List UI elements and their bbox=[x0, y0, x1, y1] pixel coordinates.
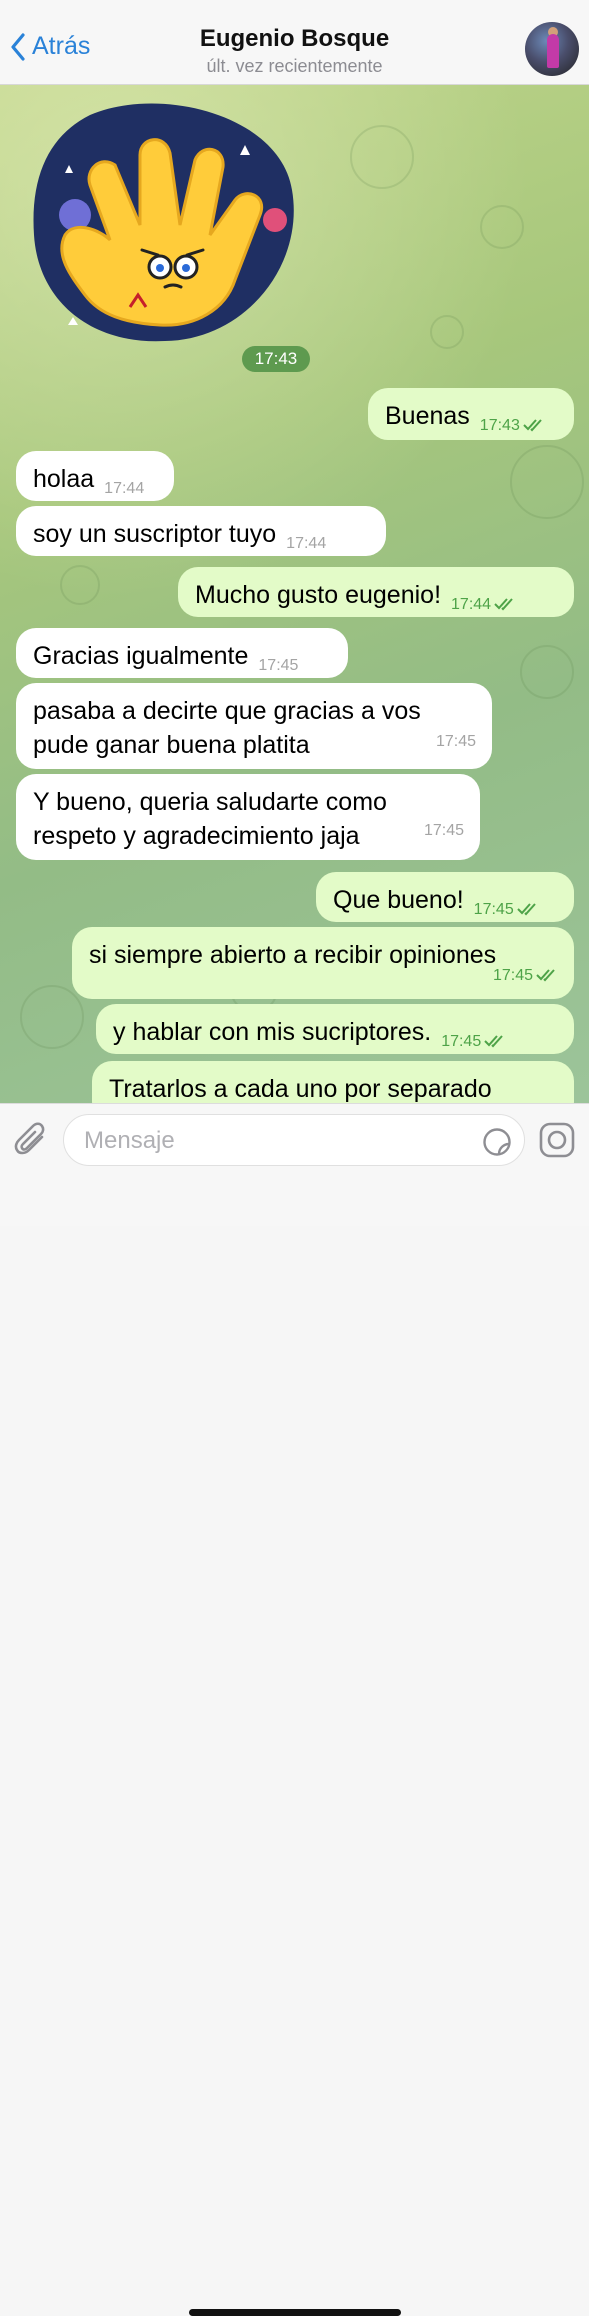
message-time: 17:44 bbox=[286, 535, 327, 552]
camera-icon bbox=[539, 1122, 575, 1158]
message-bubble-incoming[interactable]: Gracias igualmente 17:45 bbox=[16, 628, 348, 678]
sticker-icon bbox=[483, 1128, 511, 1156]
message-time: 17:45 bbox=[435, 733, 476, 750]
message-text: soy un suscriptor tuyo bbox=[33, 520, 277, 548]
double-check-icon bbox=[517, 903, 536, 916]
contact-name[interactable]: Eugenio Bosque bbox=[0, 25, 589, 53]
message-bubble-incoming[interactable]: pasaba a decirte que gracias a vos pude … bbox=[16, 683, 492, 769]
message-text: holaa bbox=[33, 465, 95, 493]
message-bubble-incoming[interactable]: holaa 17:44 bbox=[16, 451, 174, 501]
message-time: 17:44 bbox=[451, 588, 516, 622]
message-time: 17:45 bbox=[258, 657, 299, 674]
double-check-icon bbox=[523, 419, 542, 432]
message-input-bar bbox=[0, 1103, 589, 2316]
message-text: Tratarlos a cada uno por separado bbox=[109, 1075, 492, 1103]
message-list[interactable]: 17:43 Buenas 17:43 holaa 17:44 soy un susc… bbox=[0, 85, 589, 1103]
message-text: Buenas bbox=[385, 402, 470, 430]
double-check-icon bbox=[536, 969, 555, 982]
message-text: Mucho gusto eugenio! bbox=[195, 581, 442, 609]
camera-button[interactable] bbox=[538, 1121, 576, 1164]
avatar[interactable] bbox=[525, 22, 579, 76]
spock-hand-sticker[interactable] bbox=[30, 95, 300, 345]
message-text-line: pasaba a decirte que gracias a vos bbox=[33, 697, 421, 725]
message-text-line: pude ganar buena platita bbox=[33, 731, 310, 759]
message-text: Gracias igualmente bbox=[33, 642, 249, 670]
double-check-icon bbox=[484, 1035, 503, 1048]
message-text-line: Y bueno, queria saludarte como bbox=[33, 788, 387, 816]
message-field[interactable] bbox=[63, 1114, 525, 1166]
message-bubble-outgoing[interactable]: si siempre abierto a recibir opiniones 1… bbox=[72, 927, 574, 999]
message-input[interactable] bbox=[82, 1125, 466, 1157]
last-seen-status: últ. vez recientemente bbox=[206, 56, 383, 76]
message-bubble-outgoing[interactable]: Tratarlos a cada uno por separado bbox=[92, 1061, 574, 1103]
message-time: 17:45 bbox=[423, 822, 464, 839]
message-text: Que bueno! bbox=[333, 886, 464, 914]
chat-header: Atrás Eugenio Bosque últ. vez recienteme… bbox=[0, 0, 589, 85]
message-time: 17:44 bbox=[104, 480, 145, 497]
message-text-line: respeto y agradecimiento jaja bbox=[33, 822, 360, 850]
message-bubble-incoming[interactable]: soy un suscriptor tuyo 17:44 bbox=[16, 506, 386, 556]
message-time: 17:45 bbox=[493, 959, 558, 993]
message-text: y hablar con mis sucriptores. bbox=[113, 1018, 432, 1046]
message-time: 17:45 bbox=[441, 1025, 506, 1059]
message-bubble-incoming[interactable]: Y bueno, queria saludarte como respeto y… bbox=[16, 774, 480, 860]
double-check-icon bbox=[494, 598, 513, 611]
paperclip-icon bbox=[14, 1122, 45, 1155]
attach-button[interactable] bbox=[14, 1121, 48, 1164]
message-bubble-outgoing[interactable]: y hablar con mis sucriptores. 17:45 bbox=[96, 1004, 574, 1054]
message-time: 17:45 bbox=[474, 893, 539, 927]
message-text: si siempre abierto a recibir opiniones bbox=[89, 941, 497, 969]
message-time: 17:43 bbox=[480, 409, 545, 443]
message-bubble-outgoing[interactable]: Mucho gusto eugenio! 17:44 bbox=[178, 567, 574, 617]
message-bubble-outgoing[interactable]: Buenas 17:43 bbox=[368, 388, 574, 440]
home-indicator bbox=[189, 2309, 401, 2316]
sticker-button[interactable] bbox=[482, 1127, 512, 1162]
message-bubble-outgoing[interactable]: Que bueno! 17:45 bbox=[316, 872, 574, 922]
sticker-timestamp: 17:43 bbox=[242, 346, 310, 372]
